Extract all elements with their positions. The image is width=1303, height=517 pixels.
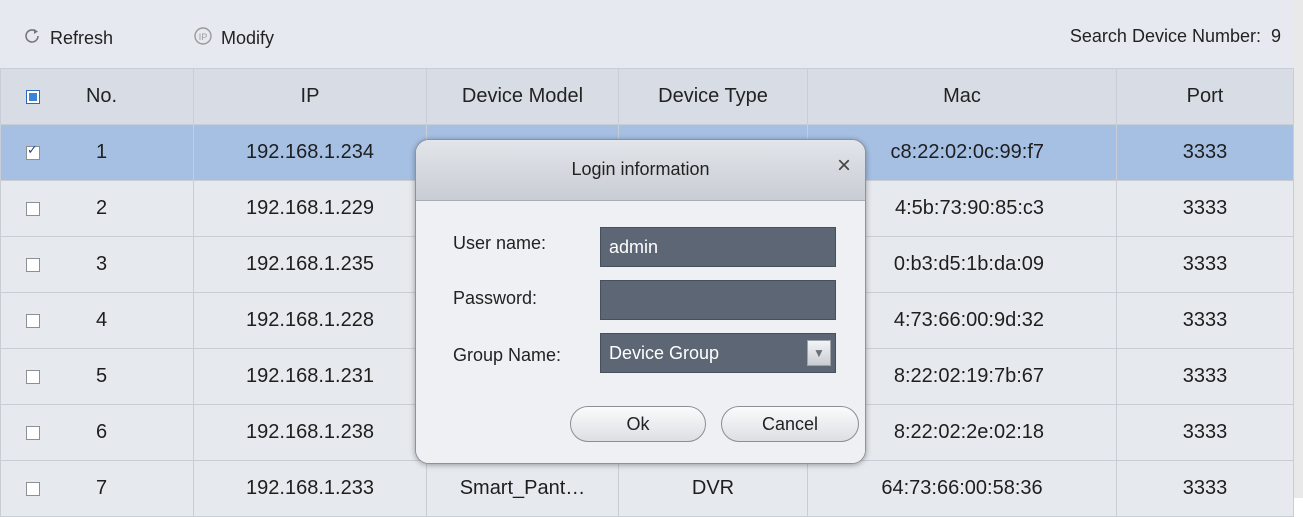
row-checkbox[interactable] xyxy=(26,425,40,440)
svg-text:IP: IP xyxy=(199,32,208,42)
row-ip: 192.168.1.231 xyxy=(193,348,427,405)
select-all-checkbox[interactable] xyxy=(26,89,40,104)
row-port: 3333 xyxy=(1116,180,1294,237)
header-mac[interactable]: Mac xyxy=(807,68,1117,125)
row-no: 5 xyxy=(95,365,108,387)
row-checkbox[interactable] xyxy=(26,313,40,328)
toolbar: Refresh IP Modify Search Device Number: 9 xyxy=(0,0,1293,68)
cancel-button[interactable]: Cancel xyxy=(721,406,859,442)
row-port: 3333 xyxy=(1116,236,1294,293)
row-port: 3333 xyxy=(1116,348,1294,405)
password-label: Password: xyxy=(453,288,538,308)
header-no: No. xyxy=(0,68,194,125)
refresh-button[interactable]: Refresh xyxy=(22,26,113,50)
group-name-label: Group Name: xyxy=(453,345,562,365)
dialog-title: Login information xyxy=(571,159,710,179)
row-no: 4 xyxy=(95,309,108,331)
username-label: User name: xyxy=(453,233,547,253)
group-name-value: Device Group xyxy=(609,343,720,363)
header-no-label: No. xyxy=(85,85,118,107)
row-no: 7 xyxy=(95,477,108,499)
ok-button[interactable]: Ok xyxy=(570,406,706,442)
row-checkbox[interactable] xyxy=(26,201,40,216)
row-ip: 192.168.1.235 xyxy=(193,236,427,293)
ip-icon: IP xyxy=(193,26,213,51)
row-mac: 64:73:66:00:58:36 xyxy=(807,460,1117,517)
header-port[interactable]: Port xyxy=(1116,68,1294,125)
row-checkbox[interactable] xyxy=(26,369,40,384)
login-dialog: Login information × User name: admin Pas… xyxy=(415,139,866,464)
modify-label: Modify xyxy=(221,27,275,48)
table-header-row: No. IP Device Model Device Type Mac Port xyxy=(0,68,1294,125)
dialog-body: User name: admin Password: Group Name: D… xyxy=(416,201,865,463)
row-port: 3333 xyxy=(1116,404,1294,461)
row-port: 3333 xyxy=(1116,124,1294,181)
row-no: 3 xyxy=(95,253,108,275)
close-icon[interactable]: × xyxy=(837,152,851,180)
count-value: 9 xyxy=(1270,26,1281,46)
count-label: Search Device Number: xyxy=(1069,26,1261,46)
table-row[interactable]: 7 192.168.1.233 Smart_Pant… DVR 64:73:66… xyxy=(0,460,1294,517)
row-checkbox[interactable] xyxy=(26,257,40,272)
header-device-model[interactable]: Device Model xyxy=(426,68,619,125)
refresh-label: Refresh xyxy=(50,27,114,48)
row-ip: 192.168.1.233 xyxy=(193,460,427,517)
row-ip: 192.168.1.234 xyxy=(193,124,427,181)
group-name-select[interactable]: Device Group ▼ xyxy=(600,333,836,373)
dialog-titlebar[interactable]: Login information × xyxy=(416,140,865,201)
row-device-model: Smart_Pant… xyxy=(426,460,619,517)
vertical-scrollbar[interactable] xyxy=(1293,0,1303,498)
header-ip[interactable]: IP xyxy=(193,68,427,125)
username-field[interactable]: admin xyxy=(600,227,836,267)
row-no: 6 xyxy=(95,421,108,443)
row-no: 2 xyxy=(95,197,108,219)
row-ip: 192.168.1.229 xyxy=(193,180,427,237)
password-field[interactable] xyxy=(600,280,836,320)
dropdown-arrow-icon[interactable]: ▼ xyxy=(807,340,831,366)
row-checkbox[interactable] xyxy=(26,481,40,496)
row-no: 1 xyxy=(95,141,108,163)
row-checkbox[interactable] xyxy=(26,143,40,160)
row-port: 3333 xyxy=(1116,292,1294,349)
search-device-count: Search Device Number: 9 xyxy=(1070,26,1281,47)
refresh-icon xyxy=(22,26,42,51)
row-ip: 192.168.1.238 xyxy=(193,404,427,461)
header-device-type[interactable]: Device Type xyxy=(618,68,808,125)
row-port: 3333 xyxy=(1116,460,1294,517)
modify-button[interactable]: IP Modify xyxy=(193,26,274,50)
row-ip: 192.168.1.228 xyxy=(193,292,427,349)
row-device-type: DVR xyxy=(618,460,808,517)
